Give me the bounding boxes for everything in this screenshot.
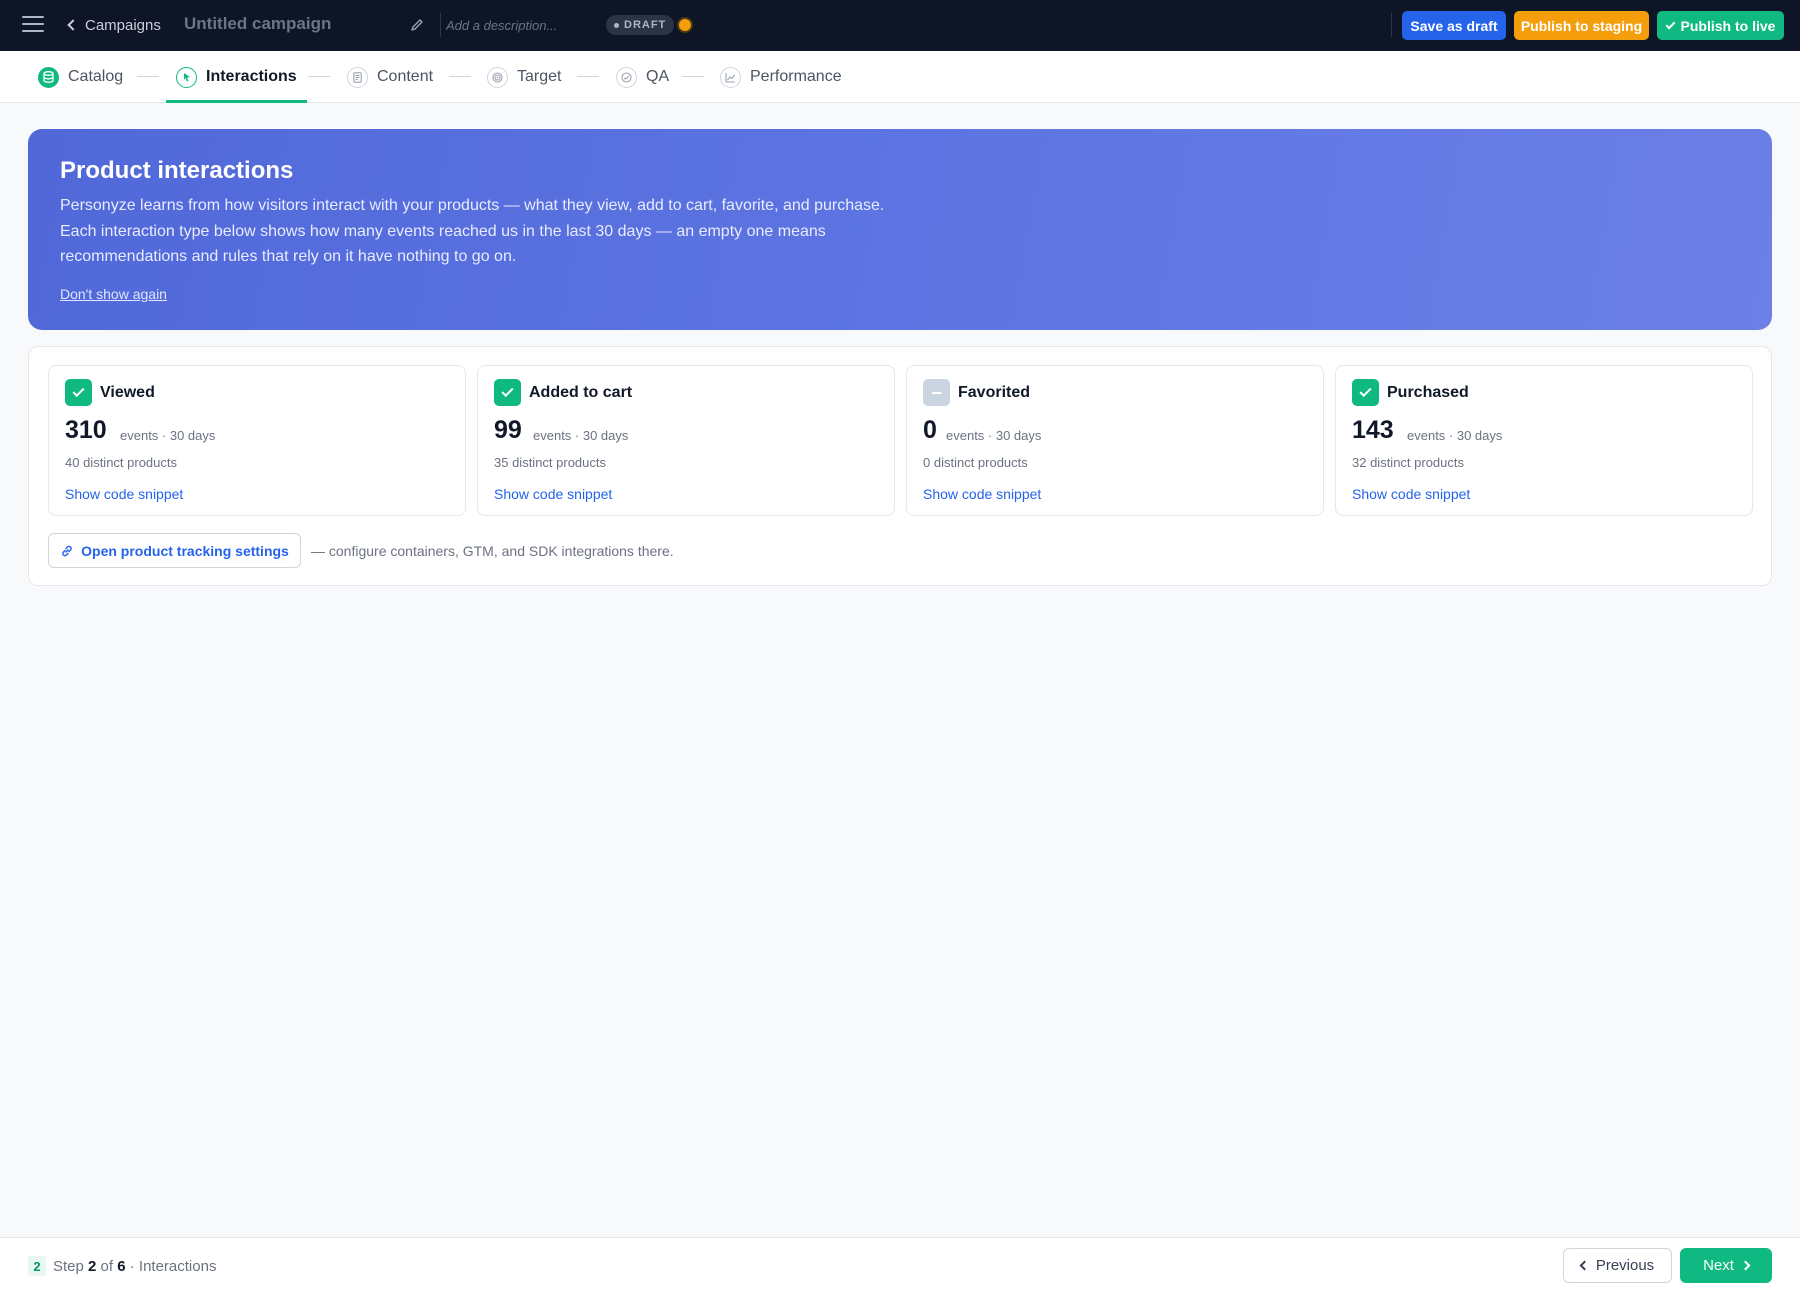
status-dot-icon [614, 22, 619, 28]
check-circle-icon [616, 66, 637, 88]
card-title: Purchased [1387, 384, 1469, 401]
interaction-card-added-to-cart: Added to cart 99 events · 30 days 35 dis… [477, 365, 895, 516]
tab-qa[interactable]: QA [616, 51, 669, 103]
tab-interactions[interactable]: Interactions [166, 51, 307, 103]
show-code-snippet-link[interactable]: Show code snippet [494, 486, 612, 502]
divider [440, 13, 441, 37]
footer-bar: 2 Step 2 of 6 · Interactions Previous Ne… [0, 1237, 1800, 1293]
distinct-products: 40 distinct products [65, 455, 178, 470]
card-title: Viewed [100, 384, 155, 401]
interaction-card-favorited: Favorited 0 events · 30 days 0 distinct … [906, 365, 1324, 516]
distinct-products: 0 distinct products [923, 455, 1028, 470]
current-step: 2 [88, 1258, 97, 1275]
steps-bar: Catalog Interactions Content Target QA P… [0, 51, 1800, 103]
show-code-snippet-link[interactable]: Show code snippet [65, 486, 183, 502]
event-count: 99 [494, 416, 522, 444]
save-draft-button[interactable]: Save as draft [1402, 11, 1506, 40]
tab-catalog[interactable]: Catalog [38, 51, 123, 103]
next-button[interactable]: Next [1680, 1248, 1772, 1283]
tab-target-label: Target [517, 68, 562, 85]
tab-interactions-label: Interactions [206, 68, 297, 85]
tab-catalog-label: Catalog [68, 68, 124, 85]
menu-icon[interactable] [22, 16, 44, 34]
check-icon [494, 379, 521, 406]
banner-body: Personyze learns from how visitors inter… [60, 197, 885, 265]
event-count: 0 [923, 416, 937, 444]
card-title: Favorited [958, 384, 1031, 401]
interaction-card-viewed: Viewed 310 events · 30 days 40 distinct … [48, 365, 466, 516]
previous-button[interactable]: Previous [1563, 1248, 1672, 1283]
chevron-right-icon [1740, 1260, 1751, 1271]
database-icon [38, 66, 59, 88]
check-icon [1665, 19, 1675, 29]
campaign-title[interactable]: Untitled campaign [184, 14, 331, 34]
top-bar: Campaigns Untitled campaign DRAFT Save a… [0, 0, 1800, 51]
status-badge-label: DRAFT [624, 19, 667, 31]
divider [1391, 13, 1392, 37]
step-connector [577, 76, 599, 77]
open-tracking-settings-button[interactable]: Open product tracking settings [48, 533, 301, 568]
publish-staging-button[interactable]: Publish to staging [1514, 11, 1649, 40]
tab-content[interactable]: Content [347, 51, 433, 103]
tab-content-label: Content [377, 68, 434, 85]
cursor-icon [176, 66, 197, 88]
event-count: 310 [65, 416, 107, 444]
target-icon [487, 66, 508, 88]
tab-target[interactable]: Target [487, 51, 561, 103]
distinct-products: 35 distinct products [494, 455, 607, 470]
card-title: Added to cart [529, 384, 633, 401]
step-word: Step [53, 1258, 84, 1275]
step-connector [449, 76, 471, 77]
unsaved-indicator-icon [679, 19, 691, 31]
back-to-campaigns-link[interactable]: Campaigns [66, 14, 161, 36]
tab-performance-label: Performance [750, 68, 842, 85]
document-icon [347, 66, 368, 88]
event-unit: events · 30 days [946, 428, 1042, 443]
step-connector [682, 76, 704, 77]
interaction-card-purchased: Purchased 143 events · 30 days 32 distin… [1335, 365, 1753, 516]
pencil-icon[interactable] [410, 18, 424, 32]
tab-qa-label: QA [646, 68, 670, 85]
check-icon [1352, 379, 1379, 406]
event-unit: events · 30 days [120, 428, 216, 443]
description-input[interactable] [446, 14, 596, 36]
step-connector [308, 76, 330, 77]
event-unit: events · 30 days [533, 428, 629, 443]
link-icon [62, 545, 72, 556]
tracking-settings-note: — configure containers, GTM, and SDK int… [311, 543, 674, 559]
publish-live-label: Publish to live [1680, 17, 1776, 34]
chart-icon [720, 66, 741, 88]
of-word: of [100, 1258, 114, 1275]
step-number-badge: 2 [28, 1256, 46, 1276]
next-label: Next [1703, 1257, 1734, 1274]
banner-title: Product interactions [60, 157, 294, 184]
publish-live-button[interactable]: Publish to live [1657, 11, 1784, 40]
event-unit: events · 30 days [1407, 428, 1503, 443]
back-link-label: Campaigns [85, 16, 161, 34]
chevron-left-icon [67, 19, 79, 31]
event-count: 143 [1352, 416, 1394, 444]
check-icon [65, 379, 92, 406]
status-badge: DRAFT [606, 15, 675, 35]
info-banner: Product interactions Personyze learns fr… [28, 129, 1772, 330]
distinct-products: 32 distinct products [1352, 455, 1465, 470]
tab-performance[interactable]: Performance [720, 51, 842, 103]
open-tracking-settings-label: Open product tracking settings [81, 542, 289, 559]
dont-show-again-link[interactable]: Don't show again [60, 286, 167, 302]
previous-label: Previous [1595, 1257, 1655, 1274]
step-connector [137, 76, 159, 77]
current-step-name: · Interactions [129, 1258, 217, 1275]
show-code-snippet-link[interactable]: Show code snippet [923, 486, 1041, 502]
dash-icon [923, 379, 950, 406]
total-steps: 6 [117, 1258, 126, 1275]
chevron-left-icon [1579, 1260, 1590, 1271]
step-indicator: Step 2 of 6 · Interactions [53, 1258, 216, 1275]
interactions-panel: Viewed 310 events · 30 days 40 distinct … [28, 346, 1772, 586]
show-code-snippet-link[interactable]: Show code snippet [1352, 486, 1470, 502]
